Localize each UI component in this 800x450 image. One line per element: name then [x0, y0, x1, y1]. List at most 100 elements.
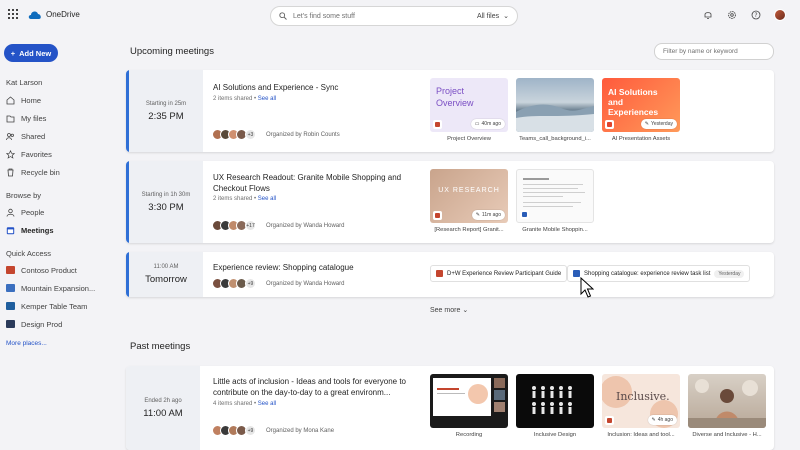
- attendees[interactable]: +9 Organized by Mona Kane: [212, 425, 334, 436]
- app-launcher-icon[interactable]: [8, 9, 18, 19]
- user-avatar[interactable]: [774, 9, 786, 21]
- items-shared: 2 items shared: [213, 96, 253, 102]
- sidebar-item-label: Home: [21, 95, 42, 105]
- meeting-card[interactable]: Ended 2h ago 11:00 AM Little acts of inc…: [126, 366, 774, 450]
- meeting-time: 2:35 PM: [148, 110, 184, 122]
- sidebar-item-label: People: [21, 207, 45, 217]
- meeting-title[interactable]: AI Solutions and Experience - Sync: [213, 82, 413, 93]
- meeting-card[interactable]: Starting in 25m 2:35 PM AI Solutions and…: [126, 70, 774, 152]
- see-more-label: See more: [430, 307, 461, 314]
- organizer: Organized by Wanda Howard: [266, 222, 345, 229]
- organizer: Organized by Wanda Howard: [266, 280, 345, 287]
- person-icon: [6, 208, 15, 217]
- activity-time: 40m ago: [481, 121, 501, 127]
- file-chip-label: D+W Experience Review Participant Guide: [447, 270, 562, 277]
- see-all-link[interactable]: See all: [258, 96, 276, 102]
- file-caption: Recording: [455, 432, 483, 438]
- sidebar-item-my-files[interactable]: My files: [6, 111, 46, 125]
- activity-time: 4h ago: [657, 417, 673, 423]
- onedrive-cloud-icon: [28, 10, 41, 19]
- sidebar-item-meetings[interactable]: Meetings: [6, 223, 54, 237]
- sidebar-item-label: Recycle bin: [21, 167, 60, 177]
- quick-access-item[interactable]: Contoso Product: [6, 263, 77, 277]
- file-chip[interactable]: D+W Experience Review Participant Guide: [430, 265, 568, 282]
- file-thumbnail[interactable]: [516, 78, 594, 132]
- sidebar-item-label: Shared: [21, 131, 46, 141]
- see-more-button[interactable]: See more ⌄: [430, 306, 468, 314]
- sidebar-item-people[interactable]: People: [6, 205, 44, 219]
- meeting-time: 3:30 PM: [148, 201, 184, 213]
- calendar-icon: [6, 226, 15, 235]
- quick-access-item[interactable]: Mountain Expansion...: [6, 281, 95, 295]
- file-caption: Diverse and Inclusive - H...: [692, 432, 762, 438]
- app-logo[interactable]: OneDrive: [8, 9, 80, 19]
- activity-pill: ✎ Yesterday: [640, 119, 677, 129]
- file-thumbnail[interactable]: Inclusive. ✎ 4h ago: [602, 374, 680, 428]
- attendees[interactable]: +9 Organized by Wanda Howard: [212, 278, 344, 289]
- activity-time: Yesterday: [650, 121, 673, 127]
- file-caption: [Research Report] Granit...: [434, 227, 504, 233]
- activity-pill: ▭ 40m ago: [470, 119, 505, 129]
- activity-time: 11m ago: [481, 212, 501, 218]
- search-scope-dropdown[interactable]: All files ⌄: [477, 12, 509, 21]
- attendees[interactable]: +17 Organized by Wanda Howard: [212, 220, 344, 231]
- add-new-button[interactable]: + Add New: [4, 44, 58, 62]
- comment-icon: ▭: [474, 121, 480, 127]
- file-thumbnail[interactable]: UX RESEARCH ✎ 11m ago: [430, 169, 508, 223]
- upcoming-meetings-title: Upcoming meetings: [130, 46, 214, 57]
- gear-icon[interactable]: [726, 9, 738, 21]
- file-chip[interactable]: Shopping catalogue: experience review ta…: [567, 265, 751, 282]
- sidebar-item-favorites[interactable]: Favorites: [6, 147, 52, 161]
- file-type-icon: [520, 210, 529, 219]
- bell-icon[interactable]: [702, 9, 714, 21]
- file-thumbnail[interactable]: AI Solutions and Experiences ✎ Yesterday: [602, 78, 680, 132]
- help-icon[interactable]: ?: [750, 9, 762, 21]
- app-name: OneDrive: [46, 9, 80, 19]
- file-thumbnail[interactable]: [516, 374, 594, 428]
- search-box[interactable]: Let's find some stuff All files ⌄: [270, 6, 518, 26]
- quick-access-item[interactable]: Kemper Table Team: [6, 299, 87, 313]
- file-thumbnail[interactable]: [688, 374, 766, 428]
- filter-input[interactable]: Filter by name or keyword: [654, 43, 774, 60]
- meeting-time: Tomorrow: [145, 274, 187, 285]
- file-chip-label: Shopping catalogue: experience review ta…: [584, 270, 711, 277]
- meeting-time-sub: 11:00 AM: [153, 264, 179, 270]
- file-thumbnail[interactable]: [516, 169, 594, 223]
- browse-by-heading: Browse by: [6, 191, 42, 200]
- sidebar-item-shared[interactable]: Shared: [6, 129, 45, 143]
- meeting-card[interactable]: Starting in 1h 30m 3:30 PM UX Research R…: [126, 161, 774, 243]
- site-icon: [6, 284, 15, 292]
- quick-access-label: Mountain Expansion...: [21, 283, 96, 293]
- meeting-time-block: 11:00 AM Tomorrow: [129, 252, 203, 297]
- svg-text:?: ?: [754, 12, 757, 19]
- trash-icon: [6, 168, 15, 177]
- file-caption: Inclusive Design: [533, 432, 577, 438]
- meeting-title[interactable]: UX Research Readout: Granite Mobile Shop…: [213, 172, 413, 194]
- quick-access-item[interactable]: Design Prod: [6, 317, 62, 331]
- mouse-cursor-icon: [580, 277, 594, 298]
- items-shared: 4 items shared: [213, 401, 253, 407]
- attendees[interactable]: +3 Organized by Robin Counts: [212, 129, 340, 140]
- sidebar-item-home[interactable]: Home: [6, 93, 41, 107]
- edit-icon: ✎: [644, 121, 649, 127]
- sidebar-item-label: Favorites: [21, 149, 52, 159]
- thumbnail-text: AI Solutions and Experiences: [608, 87, 659, 117]
- meeting-meta: 2 items shared • See all: [213, 196, 277, 202]
- sidebar-item-recycle-bin[interactable]: Recycle bin: [6, 165, 60, 179]
- add-new-label: Add New: [19, 48, 52, 58]
- edit-icon: ✎: [475, 212, 480, 218]
- people-icon: [6, 132, 15, 141]
- folder-icon: [6, 114, 15, 123]
- meeting-title[interactable]: Little acts of inclusion - Ideas and too…: [213, 376, 413, 398]
- file-thumbnail[interactable]: Project Overview ▭ 40m ago: [430, 78, 508, 132]
- file-thumbnail[interactable]: [430, 374, 508, 428]
- quick-access-label: Contoso Product: [21, 265, 77, 275]
- meeting-card[interactable]: 11:00 AM Tomorrow Experience review: Sho…: [126, 252, 774, 297]
- see-all-link[interactable]: See all: [258, 401, 276, 407]
- see-all-link[interactable]: See all: [258, 196, 276, 202]
- search-input[interactable]: Let's find some stuff: [293, 13, 477, 20]
- site-icon: [6, 320, 15, 328]
- more-places-link[interactable]: More places...: [6, 340, 47, 347]
- attendee-count: +17: [245, 220, 256, 231]
- photo-image: [688, 379, 766, 428]
